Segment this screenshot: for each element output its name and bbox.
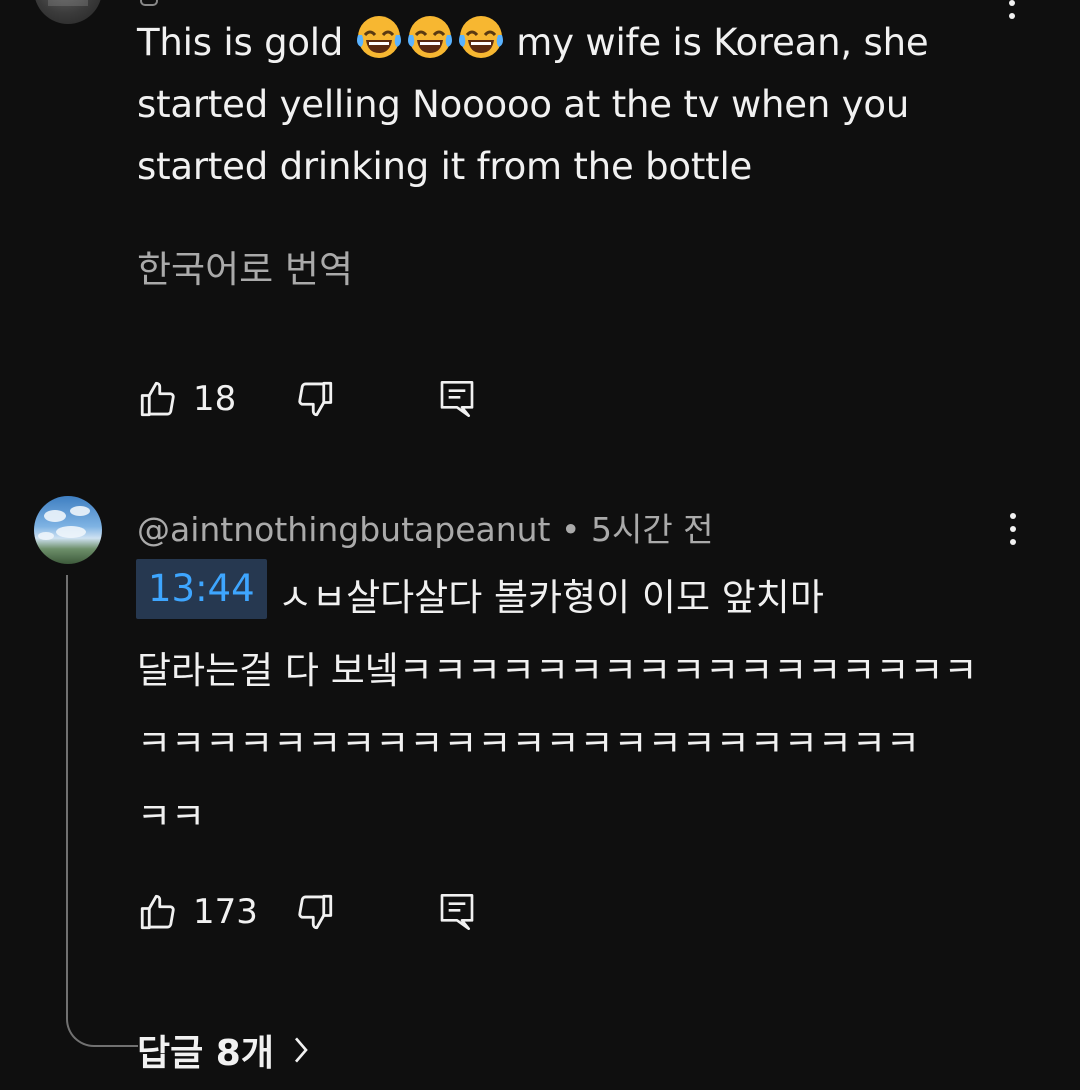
avatar[interactable] (34, 496, 102, 564)
comments-page: This is gold my wife is Korean, she star… (0, 0, 1080, 1090)
reply-button[interactable] (437, 889, 477, 935)
comment-body-line: This is gold my wife is Korean, she (137, 12, 929, 80)
thumbs-up-icon (140, 894, 175, 930)
dislike-button[interactable] (294, 376, 336, 422)
comment-meta: @aintnothingbutapeanut • 5시간 전 (137, 503, 714, 551)
more-vert-icon[interactable] (1006, 513, 1020, 549)
like-button[interactable]: 18 (137, 376, 236, 422)
like-button[interactable]: 173 (137, 889, 258, 935)
comment-body-line: started yelling Nooooo at the tv when yo… (137, 83, 910, 126)
dislike-button[interactable] (294, 889, 336, 935)
replies-label: 답글 8개 (137, 1033, 274, 1074)
chevron-right-icon (294, 1037, 308, 1063)
comment-body-line: ㅋㅋㅋㅋㅋㅋㅋㅋㅋㅋㅋㅋㅋㅋㅋㅋㅋㅋㅋㅋㅋㅋㅋ (137, 722, 920, 765)
thumbs-down-icon (298, 381, 333, 417)
like-count: 173 (193, 892, 258, 932)
comment-body-line: ㅅㅂ살다살다 볼카형이 이모 앞치마 (278, 576, 824, 619)
face-with-tears-of-joy-icon (355, 13, 505, 80)
more-vert-icon[interactable] (1009, 0, 1015, 20)
handle-partial (140, 0, 158, 6)
comment-body-line: 달라는걸 다 보넼ㅋㅋㅋㅋㅋㅋㅋㅋㅋㅋㅋㅋㅋㅋㅋㅋㅋ (137, 649, 978, 692)
timestamp-link[interactable]: 13:44 (136, 559, 267, 619)
avatar[interactable] (34, 0, 102, 24)
meta-separator: • (561, 510, 581, 549)
reply-button[interactable] (437, 376, 477, 422)
thumbs-down-icon (298, 894, 333, 930)
like-count: 18 (193, 379, 237, 419)
comment-body-line: started drinking it from the bottle (137, 145, 753, 188)
thread-connector (66, 575, 138, 1047)
thumbs-up-icon (140, 381, 175, 417)
translate-button[interactable]: 한국어로 번역 (137, 239, 353, 293)
reply-icon (440, 894, 474, 931)
comment-body-line: ㅋㅋ (137, 795, 206, 838)
reply-icon (440, 381, 474, 417)
view-replies-button[interactable]: 답글 8개 (137, 1024, 310, 1076)
author-handle[interactable]: @aintnothingbutapeanut (137, 510, 551, 549)
time-ago: 5시간 전 (590, 510, 714, 549)
